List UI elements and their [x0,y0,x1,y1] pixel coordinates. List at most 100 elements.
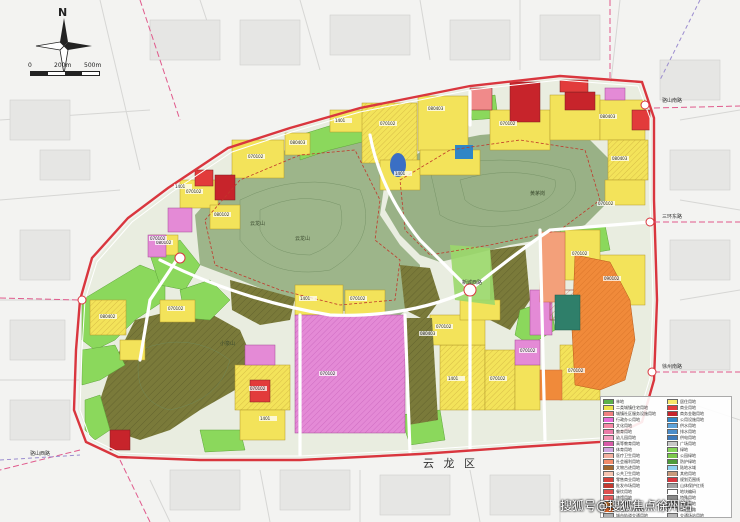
legend-label: 医疗卫生用地 [616,453,640,458]
legend-label: 山体保护红线 [680,483,704,488]
legend-swatch [667,477,678,482]
legend-item: 城镇社区服务设施用地 [603,411,665,416]
legend-swatch [603,411,614,416]
legend-item: 其他用地 [667,471,729,476]
legend-item: 绿地 [667,447,729,452]
social-welfare-parcel [539,231,566,303]
legend-item: 社会福利用地 [603,459,665,464]
legend-item: 公共卫生用地 [603,471,665,476]
legend-label: 高等教育用地 [616,441,640,446]
legend-label: 商业用地 [680,405,696,410]
parcel-code-c19: 1401 [448,376,459,381]
parcel-code-c9: 070102 [500,121,516,126]
legend-item: 居住用地 [667,399,729,404]
legend-item: 商务金融用地 [667,411,729,416]
legend-swatch [603,447,614,452]
legend-item: 规划范围线 [667,477,729,482]
road-label-middle: 新城西路 [462,279,482,286]
legend-swatch [667,441,678,446]
legend-label: 规划范围线 [680,477,700,482]
legend-item: 防护绿地 [667,459,729,464]
parcel-code-c25: 070102 [568,368,584,373]
legend-swatch [603,405,614,410]
legend-swatch [667,405,678,410]
legend-label: 教育用地 [616,429,632,434]
road-label-east: 三环东路 [662,213,682,220]
scale-bar-graphic [30,71,100,76]
parcel-code-c21: 070102 [490,376,506,381]
parcel-code-c8: 1401 [395,171,406,176]
parcel-code-c2: 080403 [290,140,306,145]
legend-item: 林地 [603,399,665,404]
parcel-code-c20: 070102 [436,324,452,329]
legend-swatch [603,417,614,422]
legend-item: 地块编码 [667,489,729,494]
legend-label: 行政办公用地 [616,417,640,422]
parcel-code-c29: 070102 [520,348,536,353]
legend-label: 地块编码 [680,489,696,494]
legend-swatch [603,459,614,464]
legend-label: 二类城镇住宅用地 [616,405,648,410]
parcel-code-c15: 1401 [300,296,311,301]
legend-label: 供水用地 [680,423,696,428]
legend-label: 防护绿地 [680,459,696,464]
legend-label: 城镇社区服务设施用地 [616,411,656,416]
mountain-label-4: 黄茅岗 [530,190,545,197]
legend-swatch [667,483,678,488]
parcel-code-c7: 080403 [428,106,444,111]
legend-label: 林地 [616,399,624,404]
legend-item: 行政办公用地 [603,417,665,422]
scale-bar: 0 200m 500m [28,62,101,78]
watermark: 搜狐号@搜狐焦点徐州站 [560,499,693,513]
legend-label: 公园绿地 [680,453,696,458]
legend-label: 体育用地 [616,447,632,452]
parcel-code-c10: 080403 [600,114,616,119]
parcel-code-c11: 080403 [612,156,628,161]
legend-swatch [603,489,614,494]
parcel-code-c16: 070102 [350,296,366,301]
road-label-west: 骆山西路 [30,450,50,457]
parcel-code-c28: 080403 [420,331,436,336]
legend-swatch [667,423,678,428]
legend-item: 高等教育用地 [603,441,665,446]
parcel-code-c13: 1401 [175,184,186,189]
legend-label: 排水用地 [680,429,696,434]
legend-label: 文化用地 [616,423,632,428]
legend-swatch [667,435,678,440]
legend-swatch [667,429,678,434]
legend-item: 体育用地 [603,447,665,452]
north-arrow: N [34,6,94,75]
legend-swatch [603,435,614,440]
legend-item: 陆地水域 [667,465,729,470]
parcel-code-c6: 070102 [380,121,396,126]
road-label-south: 徐州南路 [662,363,682,370]
legend-label: 幼儿园用地 [616,435,636,440]
legend-swatch [603,399,614,404]
legend-swatch [603,465,614,470]
legend-swatch [667,471,678,476]
legend-label: 餐饮用地 [616,489,632,494]
district-label: 云 龙 区 [423,457,478,470]
legend-item: 供水用地 [667,423,729,428]
legend-swatch [667,459,678,464]
parcel-code-c30: 070102 [320,371,336,376]
parcel-code-c14: 070102 [168,306,184,311]
parcel-code-c26: 1401 [260,416,271,421]
legend-item: 广场用地 [667,441,729,446]
legend-item: 公园绿地 [667,453,729,458]
legend-swatch [667,465,678,470]
legend-swatch [603,453,614,458]
legend-label: 公共卫生用地 [616,471,640,476]
parcel-code-c3: 070102 [186,189,202,194]
legend-swatch [667,447,678,452]
parcel-code-c23: 070102 [572,251,588,256]
legend-item: 医疗卫生用地 [603,453,665,458]
utility-parcel-north [455,145,473,159]
scale-tick-200: 200m [54,62,72,69]
legend-item: 公用设施用地 [667,417,729,422]
legend-swatch [667,417,678,422]
legend-item: 文化用地 [603,423,665,428]
legend-swatch [603,429,614,434]
legend-swatch [603,441,614,446]
road-label-north: 骆山南路 [662,97,682,104]
